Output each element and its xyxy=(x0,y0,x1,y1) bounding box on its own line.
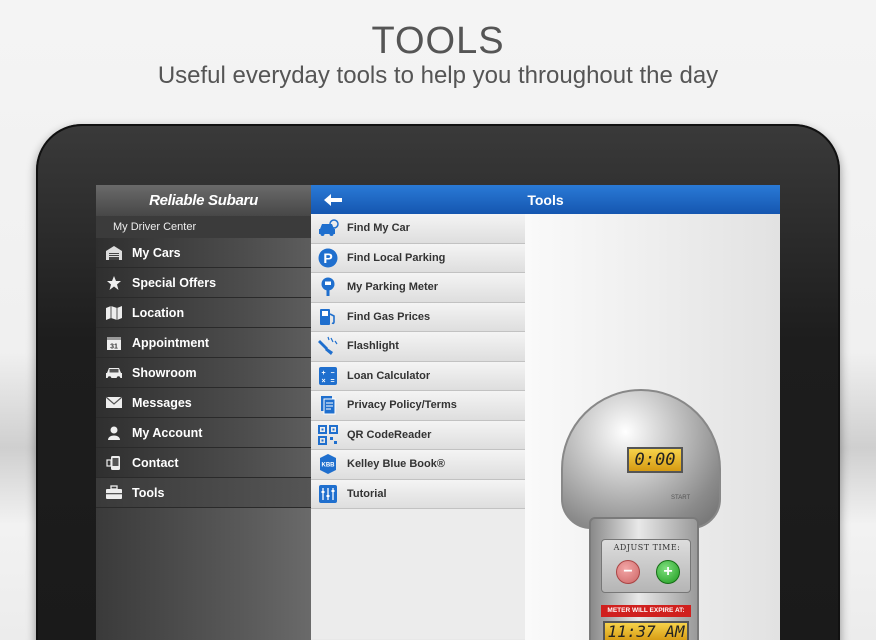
menu-item-appointment[interactable]: 31 Appointment xyxy=(96,328,311,358)
menu-item-label: Tools xyxy=(132,485,165,500)
tool-label: Privacy Policy/Terms xyxy=(347,399,457,412)
star-icon xyxy=(104,274,124,292)
phone-icon xyxy=(104,454,124,472)
meter-body: ADJUST TIME: − + METER WILL EXPIRE AT: 1… xyxy=(589,517,699,640)
parking-icon: P xyxy=(317,247,339,269)
tool-find-gas-prices[interactable]: Find Gas Prices xyxy=(311,302,525,332)
tools-list: Find My Car P Find Local Parking My Park… xyxy=(311,214,525,640)
menu-item-label: Showroom xyxy=(132,365,197,380)
parking-meter-illustration: 0:00 START ADJUST TIME: − + METER WILL E… xyxy=(561,389,721,640)
menu-item-my-account[interactable]: My Account xyxy=(96,418,311,448)
menu-item-messages[interactable]: Messages xyxy=(96,388,311,418)
tool-loan-calculator[interactable]: + − × = Loan Calculator xyxy=(311,361,525,391)
kbb-icon: KBB xyxy=(317,453,339,475)
menu-item-label: Special Offers xyxy=(132,275,217,290)
start-label[interactable]: START xyxy=(671,495,690,501)
menu-item-label: My Cars xyxy=(132,245,181,260)
tool-tutorial[interactable]: Tutorial xyxy=(311,479,525,509)
gas-pump-icon xyxy=(317,306,339,328)
tool-find-local-parking[interactable]: P Find Local Parking xyxy=(311,243,525,273)
svg-text:KBB: KBB xyxy=(322,463,336,469)
tool-label: QR CodeReader xyxy=(347,428,432,441)
adjust-time-panel: ADJUST TIME: − + xyxy=(601,539,691,593)
tool-label: Find Local Parking xyxy=(347,251,446,264)
detail-pane: 0:00 START ADJUST TIME: − + METER WILL E… xyxy=(525,214,780,640)
meter-display: 0:00 xyxy=(627,447,683,473)
tool-find-my-car[interactable]: Find My Car xyxy=(311,214,525,244)
tool-label: Flashlight xyxy=(347,340,399,353)
app-screen: Reliable Subaru My Driver Center My Cars… xyxy=(96,185,780,640)
calendar-icon: 31 xyxy=(104,334,124,352)
tool-label: Find Gas Prices xyxy=(347,310,431,323)
svg-text:P: P xyxy=(323,250,332,266)
svg-text:−: − xyxy=(330,370,334,377)
car-icon xyxy=(104,364,124,382)
calculator-icon: + − × = xyxy=(317,365,339,387)
toolbox-icon xyxy=(104,484,124,502)
menu-item-tools[interactable]: Tools xyxy=(96,478,311,508)
svg-text:×: × xyxy=(321,378,325,385)
map-icon xyxy=(104,304,124,322)
menu-item-location[interactable]: Location xyxy=(96,298,311,328)
menu-section-header: My Driver Center xyxy=(96,216,311,238)
meter-head: 0:00 START xyxy=(561,389,721,529)
menu-item-label: Contact xyxy=(132,455,179,470)
find-car-icon xyxy=(317,217,339,239)
svg-text:31: 31 xyxy=(110,343,118,350)
tool-flashlight[interactable]: Flashlight xyxy=(311,332,525,362)
menu-item-label: My Account xyxy=(132,425,203,440)
promo-subtitle: Useful everyday tools to help you throug… xyxy=(157,62,719,89)
tools-list-filler xyxy=(311,509,525,639)
menu-item-label: Appointment xyxy=(132,335,210,350)
menu-item-label: Messages xyxy=(132,395,192,410)
menu-item-showroom[interactable]: Showroom xyxy=(96,358,311,388)
menu-item-my-cars[interactable]: My Cars xyxy=(96,238,311,268)
adjust-time-label: ADJUST TIME: xyxy=(613,543,681,552)
qr-code-icon xyxy=(317,424,339,446)
person-icon xyxy=(104,424,124,442)
side-menu: Reliable Subaru My Driver Center My Cars… xyxy=(96,185,311,640)
tool-label: Tutorial xyxy=(347,487,387,500)
expire-time-display: 11:37 AM xyxy=(603,621,689,640)
decrease-time-button[interactable]: − xyxy=(616,560,640,584)
tool-label: Find My Car xyxy=(347,222,410,235)
svg-text:+: + xyxy=(321,370,325,377)
menu-item-label: Location xyxy=(132,305,185,320)
tutorial-icon xyxy=(317,483,339,505)
flashlight-icon xyxy=(317,335,339,357)
promo-title: TOOLS xyxy=(371,20,505,62)
document-icon xyxy=(317,394,339,416)
tool-my-parking-meter[interactable]: My Parking Meter xyxy=(311,273,525,303)
tool-privacy-policy[interactable]: Privacy Policy/Terms xyxy=(311,391,525,421)
menu-item-special-offers[interactable]: Special Offers xyxy=(96,268,311,298)
back-button[interactable] xyxy=(318,185,348,214)
tool-label: Loan Calculator xyxy=(347,369,431,382)
parking-meter-icon xyxy=(317,276,339,298)
garage-icon xyxy=(104,244,124,262)
tools-header: Tools xyxy=(311,185,780,214)
svg-text:=: = xyxy=(330,378,334,385)
tool-label: My Parking Meter xyxy=(347,281,439,294)
tools-panel: Tools Find My Car P Find Local Parking M… xyxy=(311,185,780,640)
envelope-icon xyxy=(104,394,124,412)
tool-kelley-blue-book[interactable]: KBB Kelley Blue Book® xyxy=(311,450,525,480)
menu-filler xyxy=(96,508,311,640)
tool-qr-code-reader[interactable]: QR CodeReader xyxy=(311,420,525,450)
tool-label: Kelley Blue Book® xyxy=(347,458,445,471)
back-arrow-icon xyxy=(324,193,342,206)
page-title: Tools xyxy=(527,191,564,208)
expire-label: METER WILL EXPIRE AT: xyxy=(601,605,691,617)
menu-item-contact[interactable]: Contact xyxy=(96,448,311,478)
dealer-brand: Reliable Subaru xyxy=(96,185,311,216)
increase-time-button[interactable]: + xyxy=(656,560,680,584)
